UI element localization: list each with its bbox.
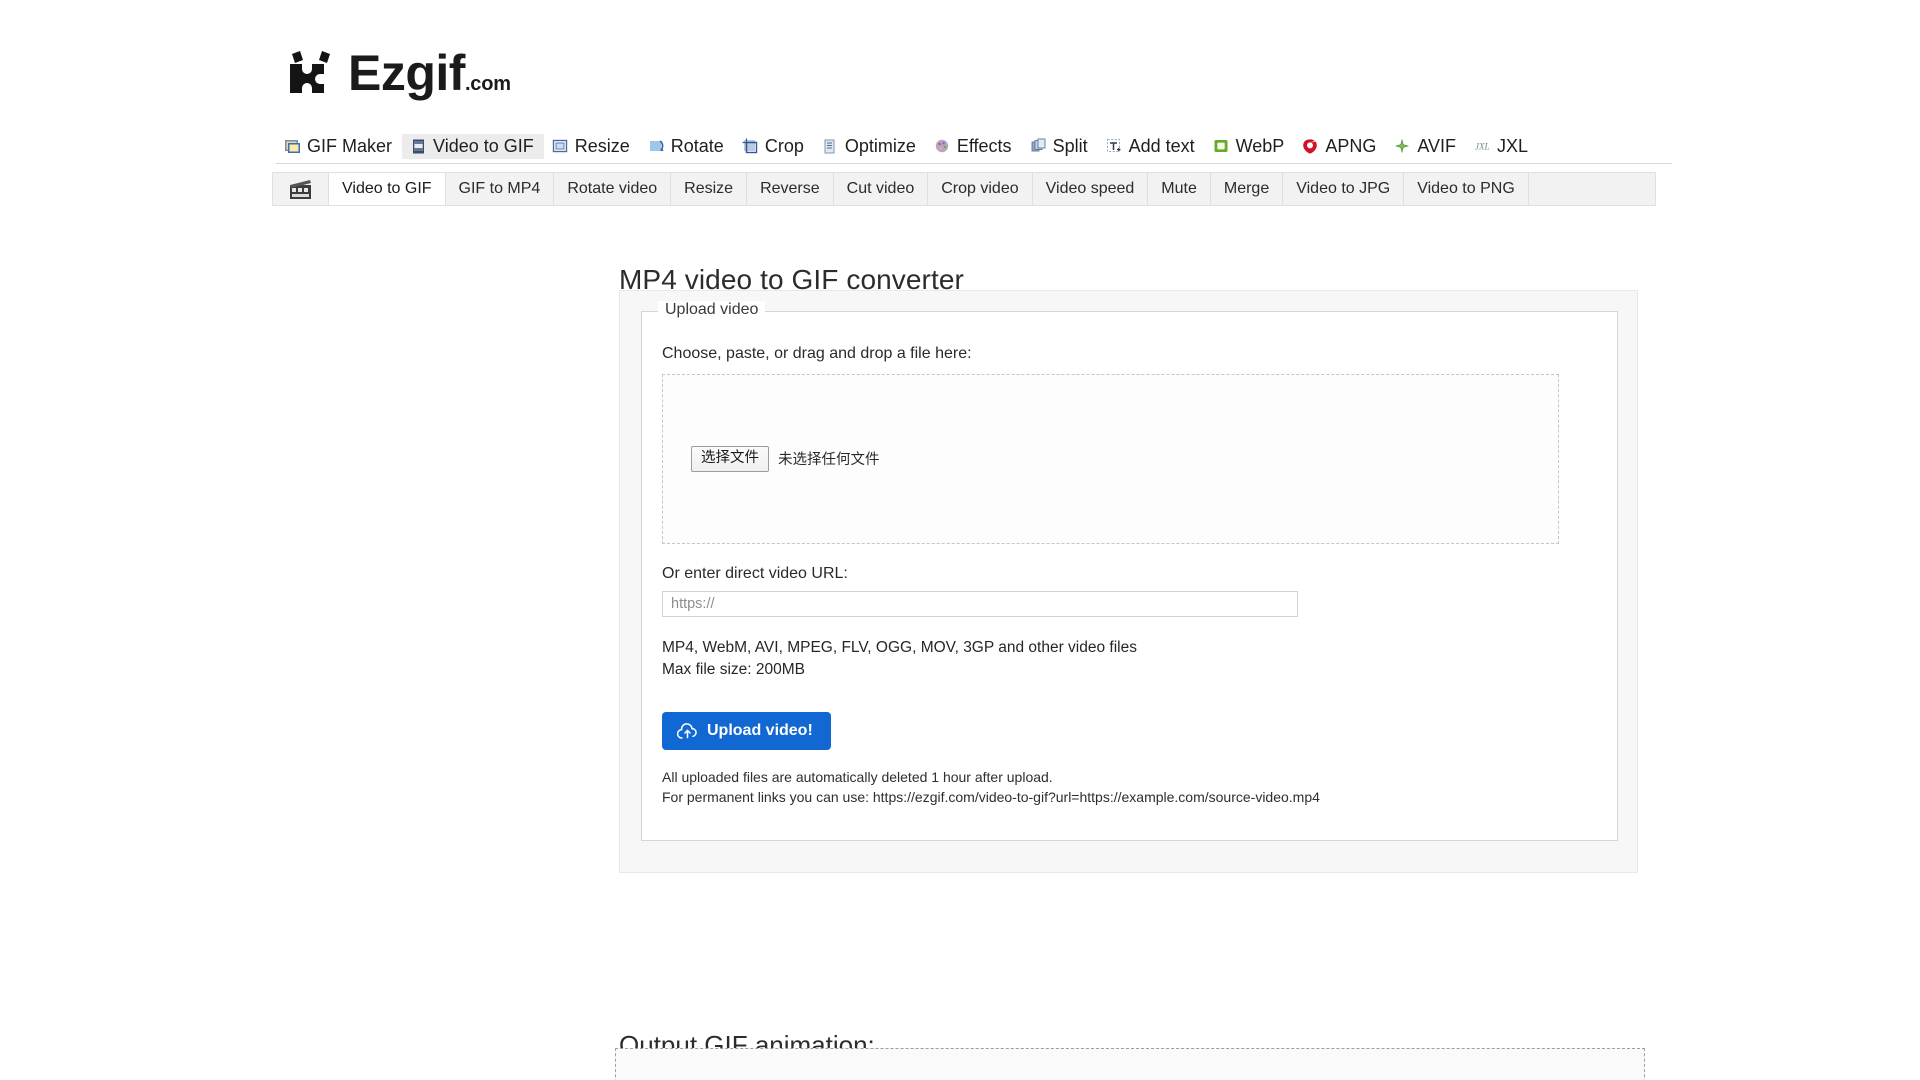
nav-item-gif-maker[interactable]: GIF Maker [276, 134, 402, 160]
output-gif-placeholder [615, 1048, 1645, 1080]
subtab-mute[interactable]: Mute [1148, 173, 1211, 205]
file-selection-status: 未选择任何文件 [778, 452, 880, 469]
formats-line: MP4, WebM, AVI, MPEG, FLV, OGG, MOV, 3GP… [662, 639, 1137, 656]
nav-item-label: Effects [956, 135, 1012, 156]
upload-video-button[interactable]: Upload video! [662, 712, 831, 750]
upload-disclaimer: All uploaded files are automatically del… [662, 767, 1320, 808]
site-logo[interactable]: Ezgif .com [288, 40, 511, 101]
upload-video-button-label: Upload video! [707, 722, 813, 739]
subtab-crop-video[interactable]: Crop video [928, 173, 1033, 205]
add-text-icon [1106, 138, 1123, 155]
file-input-group[interactable]: 选择文件 未选择任何文件 [691, 446, 880, 472]
svg-text:JXL: JXL [1475, 141, 1490, 151]
logo-tld: .com [464, 73, 511, 95]
resize-icon [552, 138, 569, 155]
optimize-icon [822, 138, 839, 155]
video-film-icon [410, 138, 427, 155]
subtab-video-speed[interactable]: Video speed [1033, 173, 1149, 205]
film-clapper-icon [273, 173, 329, 205]
gif-maker-icon [284, 138, 301, 155]
choose-file-label: Choose, paste, or drag and drop a file h… [662, 345, 972, 362]
upload-legend: Upload video [658, 301, 766, 319]
nav-item-label: Add text [1128, 135, 1195, 156]
nav-item-label: GIF Maker [307, 135, 393, 156]
max-size-line: Max file size: 200MB [662, 661, 805, 678]
subtab-merge[interactable]: Merge [1211, 173, 1284, 205]
upload-panel: Upload video Choose, paste, or drag and … [619, 290, 1638, 873]
nav-item-webp[interactable]: WebP [1205, 134, 1295, 160]
ezgif-puzzle-logo-icon [290, 51, 330, 93]
disclaimer-line-2: For permanent links you can use: https:/… [662, 789, 1320, 806]
nav-item-crop[interactable]: Crop [734, 134, 814, 160]
sub-navigation: Video to GIF GIF to MP4 Rotate video Resize… [272, 172, 1656, 206]
video-url-input[interactable] [662, 591, 1298, 617]
cloud-upload-icon [677, 722, 697, 739]
nav-item-add-text[interactable]: Add text [1098, 134, 1205, 160]
nav-item-split[interactable]: Split [1022, 134, 1098, 160]
subtab-gif-to-mp4[interactable]: GIF to MP4 [446, 173, 555, 205]
nav-item-effects[interactable]: Effects [926, 134, 1022, 160]
subtab-resize[interactable]: Resize [671, 173, 748, 205]
nav-item-rotate[interactable]: Rotate [640, 134, 734, 160]
video-url-label: Or enter direct video URL: [662, 565, 848, 582]
file-dropzone[interactable]: 选择文件 未选择任何文件 [662, 374, 1559, 544]
subtab-rotate-video[interactable]: Rotate video [554, 173, 672, 205]
subtab-video-to-gif[interactable]: Video to GIF [329, 173, 446, 205]
nav-item-label: AVIF [1417, 135, 1457, 156]
split-icon [1030, 138, 1047, 155]
choose-file-button[interactable]: 选择文件 [691, 446, 769, 472]
nav-item-label: Video to GIF [433, 135, 534, 156]
nav-item-label: Rotate [670, 135, 724, 156]
nav-item-video-to-gif[interactable]: Video to GIF [402, 133, 544, 160]
nav-item-apng[interactable]: APNG [1294, 134, 1386, 160]
nav-item-label: Split [1052, 135, 1088, 156]
upload-fieldset: Upload video Choose, paste, or drag and … [641, 301, 1618, 841]
nav-item-label: Optimize [844, 135, 916, 156]
subtab-cut-video[interactable]: Cut video [834, 173, 929, 205]
nav-item-label: APNG [1325, 135, 1377, 156]
subtab-reverse[interactable]: Reverse [747, 173, 834, 205]
effects-palette-icon [934, 138, 951, 155]
apng-icon [1302, 138, 1319, 155]
page-root: Ezgif .com GIF Maker Video to GIF Resize Ro… [0, 0, 1920, 1080]
logo-text: Ezgif [348, 45, 465, 101]
jxl-icon: JXL [1474, 138, 1491, 155]
crop-icon [742, 138, 759, 155]
main-navigation: GIF Maker Video to GIF Resize Rotate Crop Opt… [276, 133, 1672, 164]
nav-item-resize[interactable]: Resize [544, 134, 640, 160]
nav-item-jxl[interactable]: JXL JXL [1466, 134, 1538, 160]
nav-item-optimize[interactable]: Optimize [814, 134, 926, 160]
nav-item-label: JXL [1497, 135, 1529, 156]
nav-item-label: WebP [1235, 135, 1285, 156]
nav-item-avif[interactable]: AVIF [1386, 134, 1466, 160]
disclaimer-line-1: All uploaded files are automatically del… [662, 769, 1053, 785]
avif-icon [1394, 138, 1411, 155]
subnav-filler [1529, 173, 1655, 205]
nav-item-label: Resize [574, 135, 630, 156]
webp-icon [1213, 138, 1230, 155]
subtab-video-to-png[interactable]: Video to PNG [1404, 173, 1529, 205]
rotate-icon [648, 138, 665, 155]
supported-formats-text: MP4, WebM, AVI, MPEG, FLV, OGG, MOV, 3GP… [662, 637, 1137, 681]
nav-item-label: Crop [764, 135, 804, 156]
subtab-video-to-jpg[interactable]: Video to JPG [1283, 173, 1405, 205]
